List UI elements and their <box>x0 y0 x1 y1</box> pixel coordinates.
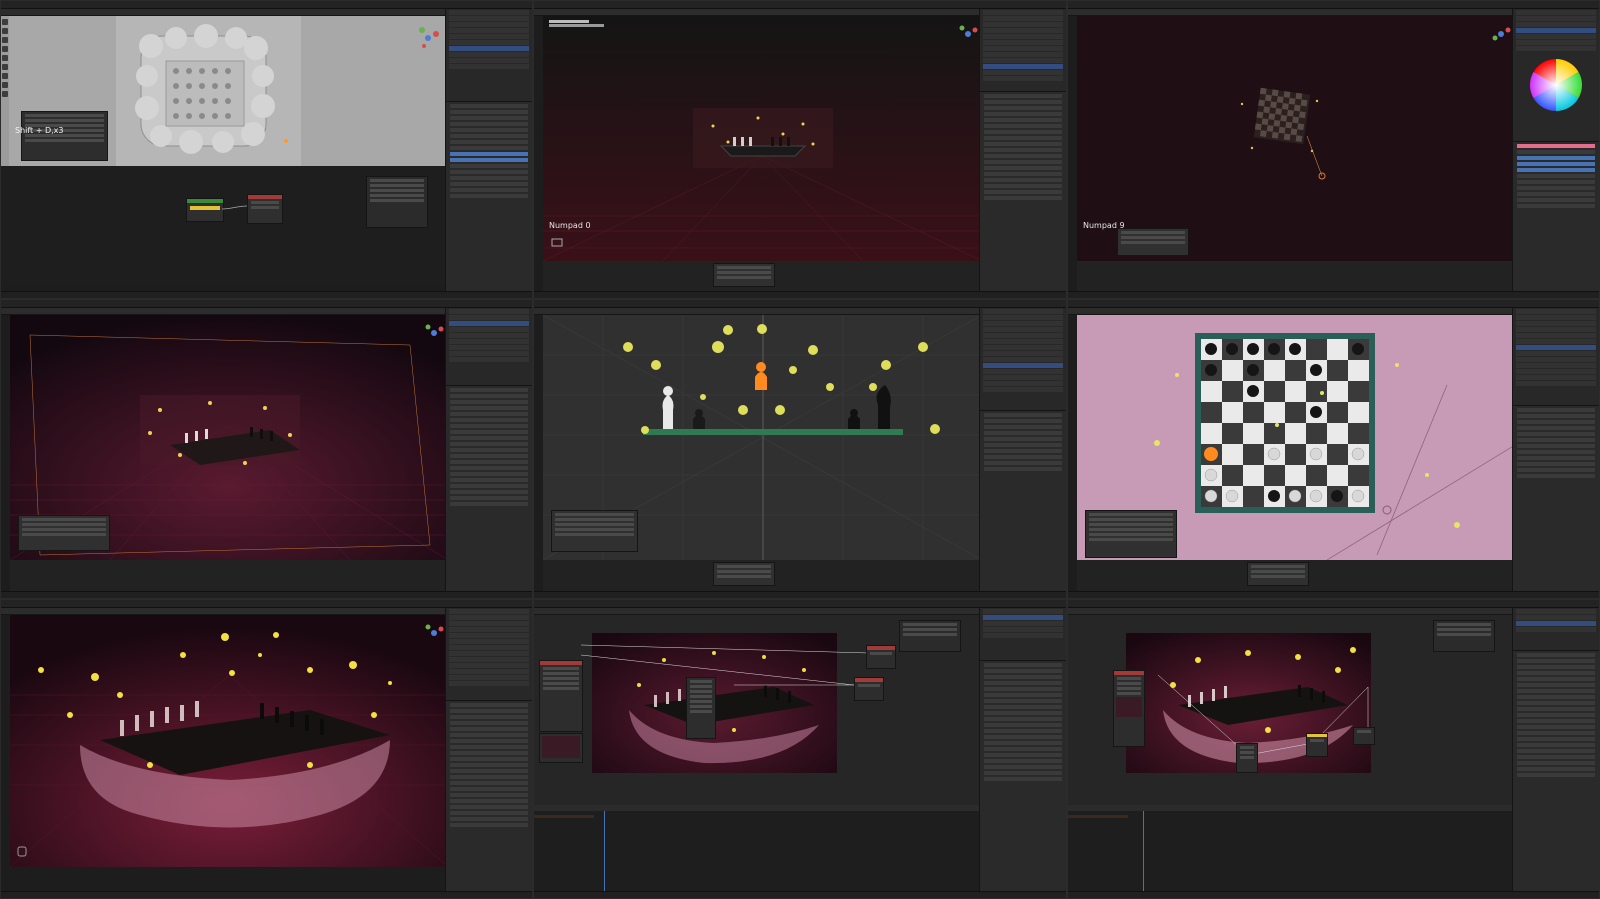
blender-topbar <box>534 600 1066 613</box>
node[interactable] <box>854 677 884 701</box>
status-bar <box>1068 591 1599 598</box>
viewport-header[interactable] <box>1 9 446 16</box>
node[interactable] <box>866 645 896 669</box>
compositor-node-editor[interactable] <box>534 615 981 805</box>
blender-topbar <box>1 600 532 613</box>
properties-panel[interactable] <box>980 660 1066 898</box>
viewport-header[interactable] <box>534 9 980 16</box>
viewport-3d[interactable] <box>1077 315 1515 560</box>
node[interactable] <box>1353 727 1375 745</box>
viewport-3d[interactable] <box>10 615 448 867</box>
node-sidebar[interactable] <box>899 620 961 652</box>
node[interactable] <box>539 660 583 732</box>
node[interactable] <box>1236 743 1258 773</box>
compositor-header[interactable] <box>534 608 980 615</box>
status-bar <box>534 291 1066 298</box>
viewport-3d[interactable]: Numpad 0 <box>543 16 982 261</box>
cell-compositor-1 <box>533 599 1067 899</box>
blender-topbar <box>1068 1 1599 14</box>
cell-camera-view: Numpad 0 <box>533 0 1067 299</box>
gizmo-icon[interactable] <box>958 24 978 44</box>
node[interactable] <box>1113 670 1145 747</box>
viewport-header[interactable] <box>1068 9 1513 16</box>
status-bar <box>1 291 532 298</box>
viewport-3d[interactable]: Shift + D,x3 <box>1 16 448 166</box>
timeline[interactable] <box>1077 560 1515 594</box>
viewport-3d[interactable] <box>543 315 982 560</box>
cell-pieces-front <box>533 299 1067 599</box>
shortcut-overlay: Numpad 0 <box>549 221 591 230</box>
dope-sheet[interactable] <box>534 805 981 893</box>
properties-panel[interactable] <box>446 385 532 598</box>
gizmo-icon[interactable] <box>416 26 440 50</box>
viewport-3d[interactable] <box>10 315 448 560</box>
properties-panel[interactable] <box>980 410 1066 598</box>
properties-panel[interactable] <box>446 700 532 898</box>
status-bar <box>534 591 1066 598</box>
viewport-header[interactable] <box>1 608 446 615</box>
status-bar <box>1068 291 1599 298</box>
compositor-node-editor[interactable] <box>1068 615 1515 805</box>
gizmo-icon[interactable] <box>1491 24 1511 44</box>
node[interactable] <box>186 198 224 222</box>
cloud-chess-scene <box>10 615 448 867</box>
blender-topbar <box>534 1 1066 14</box>
cell-perspective-view <box>0 299 533 599</box>
blender-topbar <box>534 300 1066 313</box>
properties-panel[interactable] <box>1513 141 1599 298</box>
context-menu[interactable] <box>686 677 716 739</box>
status-bar <box>534 891 1066 898</box>
gizmo-icon[interactable] <box>424 623 444 643</box>
blender-topbar <box>1 300 532 313</box>
node[interactable] <box>247 194 283 224</box>
camera-icon[interactable] <box>551 236 563 248</box>
status-bar <box>1 591 532 598</box>
chessboard-top <box>1240 87 1326 180</box>
operator-panel[interactable] <box>21 111 108 161</box>
node-preview[interactable] <box>539 733 583 763</box>
viewport-header[interactable] <box>1 308 446 315</box>
gizmo-icon[interactable] <box>424 323 444 343</box>
status-bar <box>1 891 532 898</box>
viewport-3d[interactable]: Numpad 9 <box>1077 16 1515 261</box>
dope-sheet[interactable] <box>1068 805 1515 893</box>
video-thumbnail-grid: Shift + D,x3 Numpad 0 Numpad 9 <box>0 0 1600 899</box>
status-bar <box>1068 891 1599 898</box>
timeline[interactable] <box>10 560 448 594</box>
timeline[interactable] <box>543 261 982 294</box>
cell-sculpt-view: Shift + D,x3 <box>0 0 533 299</box>
viewport-header[interactable] <box>1068 308 1513 315</box>
node-sidebar[interactable] <box>1433 620 1495 652</box>
node-sidebar[interactable] <box>366 176 428 228</box>
toolbar[interactable] <box>1 16 9 166</box>
node[interactable] <box>1306 733 1328 757</box>
properties-panel[interactable] <box>1513 650 1599 898</box>
viewport-header[interactable] <box>534 308 980 315</box>
chessboard-scene <box>543 16 982 261</box>
shortcut-overlay: Shift + D,x3 <box>15 126 64 135</box>
properties-panel[interactable] <box>1513 405 1599 598</box>
timeline[interactable] <box>543 560 982 594</box>
blender-topbar <box>1 1 532 14</box>
node-editor[interactable] <box>1 166 448 286</box>
cell-board-top-pink <box>1067 299 1600 599</box>
cell-cloud-scene <box>0 599 533 899</box>
properties-panel[interactable] <box>446 101 532 298</box>
cell-top-view: Numpad 9 <box>1067 0 1600 299</box>
timeline[interactable] <box>1077 261 1515 294</box>
color-wheel-icon[interactable] <box>1528 57 1584 113</box>
blender-topbar <box>1068 600 1599 613</box>
blender-topbar <box>1068 300 1599 313</box>
viewport-info <box>549 19 604 28</box>
cell-compositor-2 <box>1067 599 1600 899</box>
hand-icon[interactable] <box>16 843 28 857</box>
properties-panel[interactable] <box>980 91 1066 298</box>
compositor-header[interactable] <box>1068 608 1513 615</box>
